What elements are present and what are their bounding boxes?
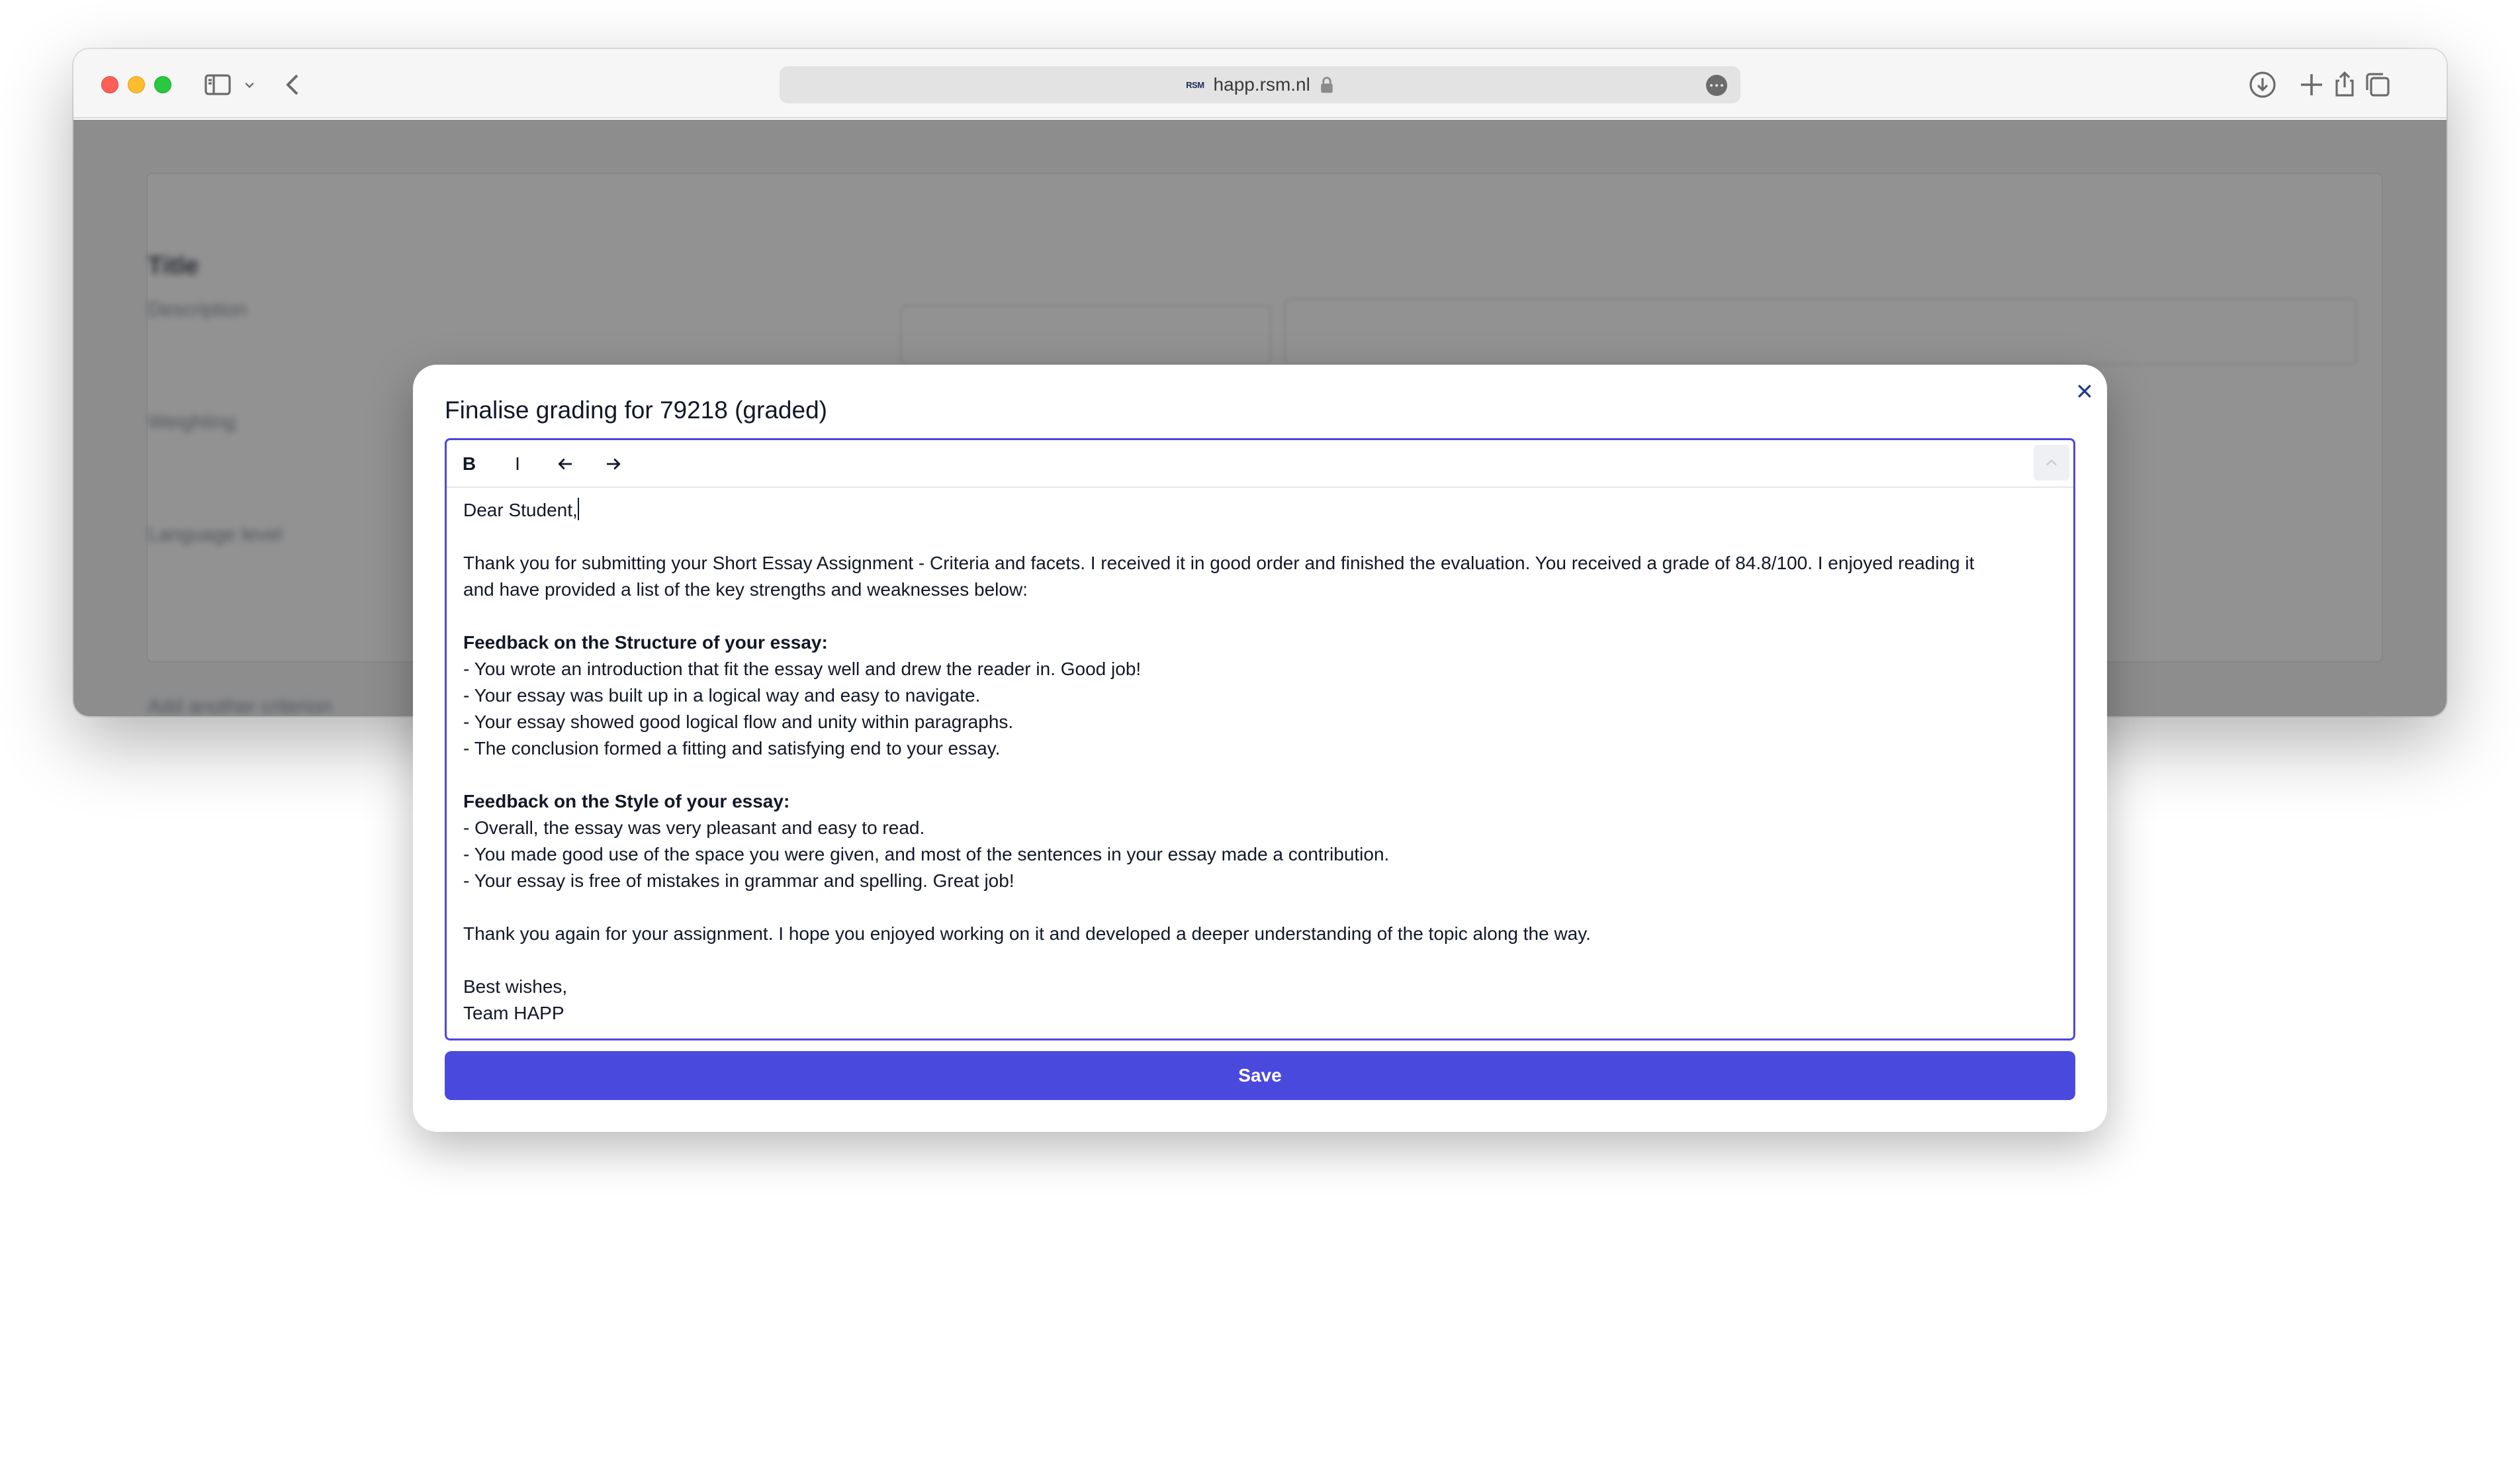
browser-titlebar: RSM happ.rsm.nl <box>73 49 2447 118</box>
style-heading: Feedback on the Style of your essay: <box>463 791 790 811</box>
feedback-editor[interactable]: B I Dear Student, Thank you for submitti… <box>445 438 2075 1040</box>
editor-content[interactable]: Dear Student, Thank you for submitting y… <box>463 497 2058 1027</box>
list-item: - You made good use of the space you wer… <box>463 844 1390 864</box>
save-button[interactable]: Save <box>445 1051 2075 1100</box>
letter-intro-line-2: and have provided a list of the key stre… <box>463 579 1028 600</box>
more-options-icon[interactable] <box>1706 75 1727 96</box>
letter-closing: Thank you again for your assignment. I h… <box>463 923 1591 944</box>
minimize-window-button[interactable] <box>128 76 145 93</box>
address-bar[interactable]: RSM happ.rsm.nl <box>780 66 1740 103</box>
arrow-right-icon <box>607 458 621 470</box>
letter-signature: Team HAPP <box>463 1003 564 1023</box>
collapse-toolbar-button[interactable] <box>2034 445 2069 481</box>
share-icon[interactable] <box>2329 69 2361 101</box>
list-item: - Your essay showed good logical flow an… <box>463 712 1014 732</box>
redo-button[interactable] <box>598 448 629 480</box>
editor-toolbar: B I <box>447 440 2073 488</box>
url-text: happ.rsm.nl <box>1213 74 1310 95</box>
letter-greeting: Dear Student, <box>463 497 2058 524</box>
close-modal-button[interactable] <box>2070 377 2099 406</box>
bold-button[interactable]: B <box>453 448 485 480</box>
new-tab-icon[interactable] <box>2296 69 2327 101</box>
list-item: - Overall, the essay was very pleasant a… <box>463 817 925 838</box>
arrow-left-icon <box>558 458 572 470</box>
finalise-grading-modal: Finalise grading for 79218 (graded) B I <box>413 365 2107 1132</box>
letter-intro-line-1: Thank you for submitting your Short Essa… <box>463 553 1975 573</box>
undo-button[interactable] <box>549 448 581 480</box>
structure-heading: Feedback on the Structure of your essay: <box>463 632 828 653</box>
lock-icon <box>1321 77 1333 93</box>
chevron-down-icon[interactable] <box>240 69 259 101</box>
modal-title: Finalise grading for 79218 (graded) <box>445 396 827 424</box>
back-arrow-icon[interactable] <box>277 69 309 101</box>
list-item: - The conclusion formed a fitting and sa… <box>463 738 1001 759</box>
zoom-window-button[interactable] <box>154 76 171 93</box>
list-item: - You wrote an introduction that fit the… <box>463 659 1142 679</box>
download-icon[interactable] <box>2247 69 2278 101</box>
close-icon <box>2078 385 2091 398</box>
italic-button[interactable]: I <box>502 448 533 480</box>
site-logo: RSM <box>1186 79 1204 90</box>
text-caret <box>577 498 579 520</box>
sidebar-toggle-icon[interactable] <box>202 69 234 101</box>
chevron-up-icon <box>2046 459 2057 466</box>
letter-signoff: Best wishes, <box>463 976 568 997</box>
list-item: - Your essay was built up in a logical w… <box>463 685 981 706</box>
close-window-button[interactable] <box>101 76 118 93</box>
tab-overview-icon[interactable] <box>2362 69 2394 101</box>
list-item: - Your essay is free of mistakes in gram… <box>463 870 1014 891</box>
